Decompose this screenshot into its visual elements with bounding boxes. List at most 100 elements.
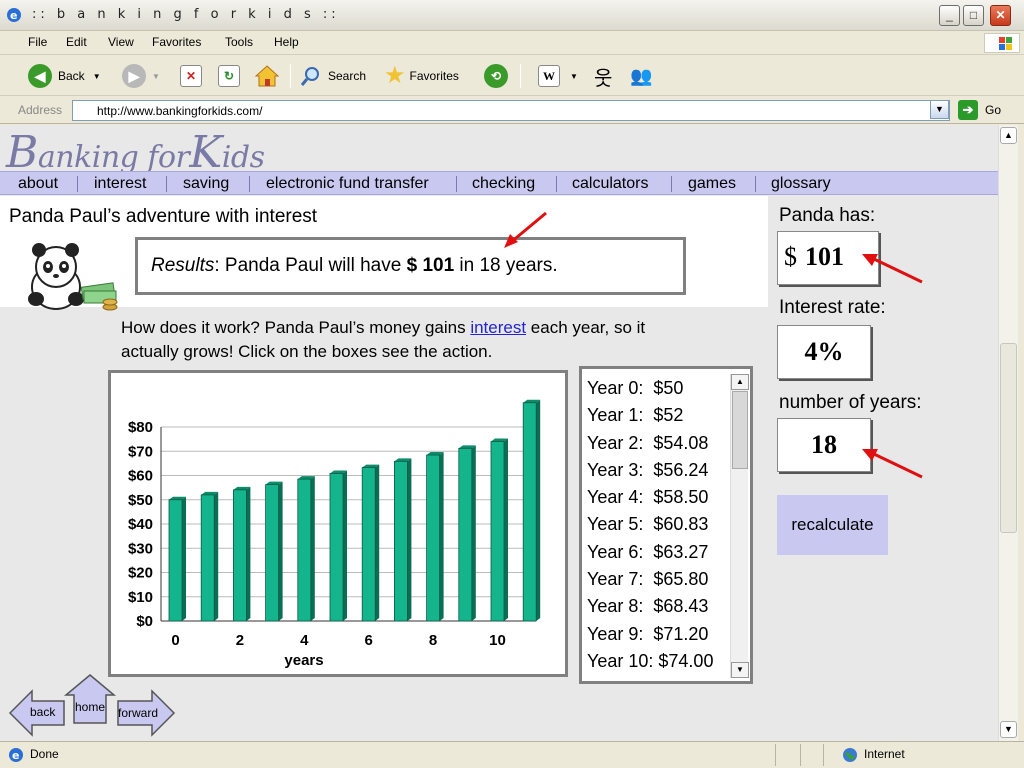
list-scroll-thumb[interactable] (732, 391, 748, 469)
bar-side (310, 476, 315, 621)
bar-side (439, 452, 444, 621)
nav-calculators[interactable]: calculators (572, 175, 648, 193)
bar (265, 484, 280, 622)
nav-checking[interactable]: checking (472, 175, 535, 193)
go-arrow-icon[interactable]: ➔ (958, 100, 978, 120)
scroll-up-icon[interactable]: ▲ (731, 374, 749, 390)
bar (200, 494, 215, 622)
search-button[interactable]: Search (300, 63, 366, 89)
year-list-item: Year 9: $71.20 (587, 623, 709, 644)
home-nav-button[interactable]: home (75, 700, 105, 714)
title-bar: e :: b a n k i n g f o r k i d s :: _ □ … (0, 0, 1024, 31)
home-button[interactable] (254, 63, 280, 89)
back-arrow-icon: ◀ (28, 64, 52, 88)
bar-side (343, 470, 347, 621)
home-icon (254, 65, 280, 87)
toolbar-separator (520, 64, 521, 88)
scroll-down-icon[interactable]: ▼ (1000, 721, 1017, 738)
windows-logo-icon (984, 33, 1020, 53)
y-tick-label: $0 (136, 613, 153, 630)
svg-text:e: e (10, 9, 17, 22)
menu-favorites[interactable]: Favorites (152, 35, 201, 49)
recalculate-button[interactable]: recalculate (777, 495, 888, 555)
bar (393, 461, 408, 622)
y-tick-label: $30 (128, 540, 153, 557)
interest-rate-box[interactable]: 4% (777, 325, 871, 379)
bar-side (375, 464, 380, 621)
year-list-item: Year 1: $52 (587, 405, 684, 426)
person-icon: 웃 (594, 67, 613, 90)
menu-file[interactable]: File (28, 35, 47, 49)
forward-button[interactable]: ▶ ▼ (122, 63, 160, 89)
messenger-button[interactable]: 웃 (594, 63, 613, 90)
year-list-box[interactable]: Year 0: $50 Year 1: $52 Year 2: $54.08 Year… (579, 366, 753, 684)
back-label: Back (58, 69, 85, 83)
menu-view[interactable]: View (108, 35, 134, 49)
menu-help[interactable]: Help (274, 35, 299, 49)
x-tick-label: 10 (489, 632, 506, 649)
ie-icon: e (7, 8, 21, 22)
word-button[interactable]: W ▼ (538, 63, 578, 89)
back-nav-button[interactable]: back (30, 705, 55, 719)
page-scrollbar[interactable]: ▲ ▼ (998, 125, 1018, 741)
nav-electronic-fund-transfer[interactable]: electronic fund transfer (266, 175, 429, 193)
bar-side (504, 438, 508, 621)
forward-nav-button[interactable]: forward (118, 706, 158, 720)
contacts-button[interactable]: 👥 (630, 63, 652, 89)
year-list-item: Year 7: $65.80 (587, 569, 709, 590)
interest-link[interactable]: interest (470, 318, 526, 337)
forward-dropdown-icon[interactable]: ▼ (152, 72, 160, 81)
address-url[interactable]: http://www.bankingforkids.com/ (97, 104, 262, 118)
year-list-item: Year 3: $56.24 (587, 459, 709, 480)
red-arrow-icon (504, 211, 547, 248)
nav-divider (77, 176, 78, 192)
minimize-button[interactable]: _ (939, 5, 960, 26)
maximize-button[interactable]: □ (963, 5, 984, 26)
list-scrollbar[interactable]: ▲ ▼ (730, 374, 749, 678)
nav-saving[interactable]: saving (183, 175, 229, 193)
y-tick-label: $80 (128, 419, 153, 436)
scroll-down-icon[interactable]: ▼ (731, 662, 749, 678)
bar-side (182, 496, 186, 621)
nav-interest[interactable]: interest (94, 175, 146, 193)
menu-tools[interactable]: Tools (225, 35, 253, 49)
favorites-label: Favorites (409, 69, 459, 83)
bar-chart: $0 $10 $20 $30 $40 $50 $60 $70 $80 0 2 4 6 8 10 years (128, 399, 541, 669)
bar-side (407, 458, 412, 621)
y-tick-label: $70 (128, 443, 153, 460)
history-button[interactable]: ⟲ (484, 63, 508, 89)
bar (490, 441, 505, 622)
bar (426, 454, 441, 622)
address-field[interactable]: http://www.bankingforkids.com/ (72, 100, 950, 121)
nav-divider (671, 176, 672, 192)
stop-icon: ✕ (180, 65, 202, 87)
close-button[interactable]: ✕ (990, 5, 1011, 26)
favorites-button[interactable]: ★ Favorites (384, 63, 459, 89)
menu-edit[interactable]: Edit (66, 35, 87, 49)
bar-side (214, 491, 219, 621)
year-list-item: Year 5: $60.83 (587, 514, 709, 535)
explanation-text: How does it work? Panda Paul’s money gai… (121, 318, 646, 361)
bar (522, 402, 537, 622)
word-dropdown-icon[interactable]: ▼ (570, 72, 578, 81)
address-dropdown-button[interactable]: ▼ (930, 100, 949, 119)
scroll-up-icon[interactable]: ▲ (1000, 127, 1017, 144)
bar (233, 489, 247, 622)
refresh-button[interactable]: ↻ (218, 63, 240, 89)
stop-button[interactable]: ✕ (180, 63, 202, 89)
years-box[interactable]: 18 (777, 418, 871, 472)
nav-games[interactable]: games (688, 175, 736, 193)
nav-about[interactable]: about (18, 175, 58, 193)
bar-side (278, 481, 283, 621)
back-dropdown-icon[interactable]: ▼ (93, 72, 101, 81)
people-icon: 👥 (630, 65, 653, 86)
back-button[interactable]: ◀ Back ▼ (28, 63, 101, 89)
bar (458, 447, 473, 622)
address-bar: Address http://www.bankingforkids.com/ (0, 97, 1024, 124)
x-tick-label: 6 (365, 632, 373, 649)
page-title: Panda Paul’s adventure with interest (9, 206, 318, 227)
years-label: number of years: (779, 392, 922, 413)
scroll-thumb[interactable] (1000, 343, 1017, 533)
nav-glossary[interactable]: glossary (771, 175, 831, 193)
go-button[interactable]: Go (985, 103, 1001, 117)
